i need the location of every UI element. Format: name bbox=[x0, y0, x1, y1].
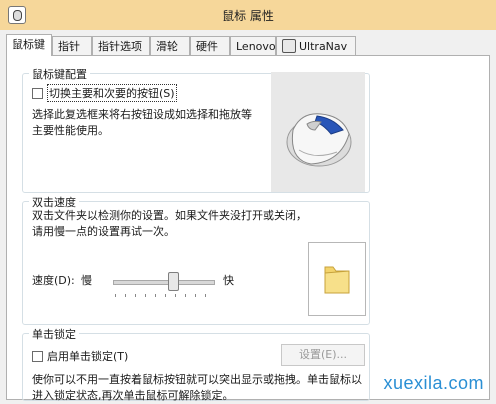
double-click-group: 双击速度 双击文件夹以检测你的设置。如果文件夹没打开或关闭，请用慢一点的设置再试… bbox=[22, 194, 370, 325]
speed-label: 速度(D): bbox=[32, 274, 75, 287]
slider-tick bbox=[165, 294, 166, 297]
swap-buttons-checkbox[interactable]: 切换主要和次要的按钮(S) bbox=[32, 84, 177, 102]
tab-lenovo[interactable]: Lenovo bbox=[230, 36, 276, 55]
tab-hardware[interactable]: 硬件 bbox=[190, 36, 230, 55]
double-click-description: 双击文件夹以检测你的设置。如果文件夹没打开或关闭，请用慢一点的设置再试一次。 bbox=[32, 209, 307, 238]
slider-tick bbox=[205, 294, 206, 297]
tab-label: 指针选项 bbox=[98, 40, 142, 53]
slider-tick bbox=[175, 294, 176, 297]
group-title: 鼠标键配置 bbox=[29, 66, 90, 82]
slider-tick bbox=[185, 294, 186, 297]
tab-label: 鼠标键 bbox=[12, 38, 45, 51]
tab-label: 滑轮 bbox=[156, 40, 178, 53]
title-bar: 鼠标 属性 bbox=[0, 0, 496, 31]
slider-tick bbox=[195, 294, 196, 297]
window-title: 鼠标 属性 bbox=[222, 9, 274, 23]
tab-buttons[interactable]: 鼠标键 bbox=[6, 34, 52, 56]
site-watermark: xuexila.com bbox=[383, 373, 484, 393]
button-config-group: 鼠标键配置 切换主要和次要的按钮(S) 选择此复选框来将右按钮设成如选择和拖放等… bbox=[22, 66, 370, 193]
tab-panel: 鼠标键配置 切换主要和次要的按钮(S) 选择此复选框来将右按钮设成如选择和拖放等… bbox=[6, 55, 490, 402]
slider-tick bbox=[115, 294, 116, 297]
tab-label: 指针 bbox=[58, 40, 80, 53]
checkbox-box[interactable] bbox=[32, 350, 43, 362]
tab-label: UltraNav bbox=[299, 40, 348, 53]
click-lock-description: 使你可以不用一直按着鼠标按钮就可以突出显示或拖拽。单击鼠标以进入锁定状态,再次单… bbox=[32, 373, 362, 402]
group-title: 单击锁定 bbox=[29, 326, 79, 342]
click-lock-group: 单击锁定 启用单击锁定(T) 设置(E)... 使你可以不用一直按着鼠标按钮就可… bbox=[22, 326, 370, 402]
tab-pointers[interactable]: 指针 bbox=[52, 36, 92, 55]
swap-description: 选择此复选框来将右按钮设成如选择和拖放等主要性能使用。 bbox=[32, 108, 252, 137]
mouse-illustration bbox=[271, 72, 365, 192]
slider-tick bbox=[135, 294, 136, 297]
tab-ultranav[interactable]: UltraNav bbox=[276, 36, 356, 55]
tab-label: 硬件 bbox=[196, 40, 218, 53]
double-click-speed-slider[interactable] bbox=[113, 280, 215, 285]
checkbox-label: 启用单击锁定(T) bbox=[47, 350, 129, 363]
tab-wheel[interactable]: 滑轮 bbox=[150, 36, 190, 55]
dialog-body: 鼠标键 指针 指针选项 滑轮 硬件 Lenovo UltraNav 鼠标键配置 … bbox=[0, 30, 496, 402]
test-folder-box[interactable] bbox=[308, 242, 366, 316]
click-lock-checkbox[interactable]: 启用单击锁定(T) bbox=[32, 348, 128, 364]
slider-thumb[interactable] bbox=[168, 272, 179, 291]
slider-tick bbox=[125, 294, 126, 297]
tab-strip: 鼠标键 指针 指针选项 滑轮 硬件 Lenovo UltraNav bbox=[6, 34, 490, 56]
click-lock-settings-button[interactable]: 设置(E)... bbox=[281, 344, 365, 366]
slider-tick bbox=[155, 294, 156, 297]
slow-label: 慢 bbox=[81, 274, 92, 287]
fast-label: 快 bbox=[223, 274, 234, 287]
tab-pointer-options[interactable]: 指针选项 bbox=[92, 36, 150, 55]
checkbox-box[interactable] bbox=[32, 87, 43, 99]
slider-tick bbox=[145, 294, 146, 297]
checkbox-label: 切换主要和次要的按钮(S) bbox=[47, 84, 177, 102]
tab-label: Lenovo bbox=[236, 40, 276, 53]
trackpoint-icon bbox=[282, 39, 296, 53]
